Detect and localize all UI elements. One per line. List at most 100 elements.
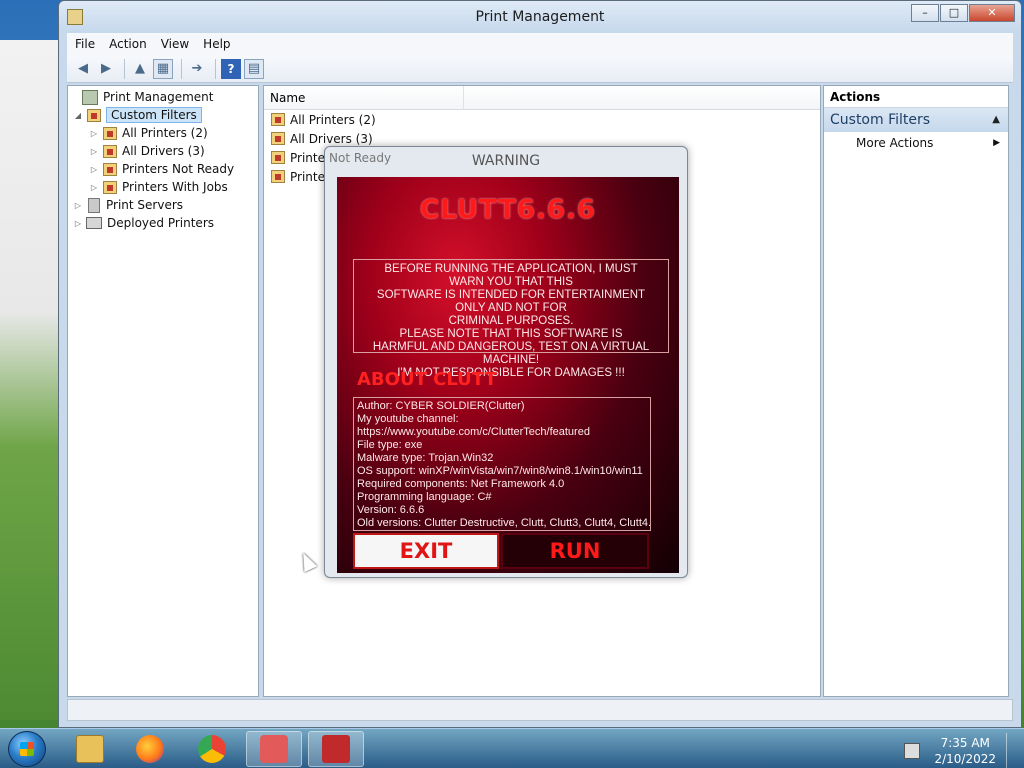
info-line: Required components: Net Framework 4.0 (357, 478, 565, 490)
tree-item-label: Print Servers (106, 198, 184, 212)
window-controls: – □ ✕ (910, 4, 1015, 22)
tool-icon (260, 735, 288, 763)
print-management-node-icon (82, 89, 98, 105)
menu-view[interactable]: View (161, 37, 189, 51)
taskbar: 7:35 AM 2/10/2022 (0, 728, 1024, 768)
warning-line: SOFTWARE IS INTENDED FOR ENTERTAINMENT (376, 289, 646, 301)
background-ghost-text: Not Ready (329, 151, 392, 165)
filter-icon (271, 170, 285, 183)
tree-item-custom-filters[interactable]: ◢ Custom Filters (68, 106, 258, 124)
chrome-icon (198, 735, 226, 763)
printer-icon (86, 217, 102, 229)
expand-arrow-icon[interactable]: ▷ (72, 219, 84, 228)
collapse-arrow-icon[interactable]: ◢ (72, 111, 84, 120)
filter-icon (103, 126, 117, 140)
actions-section-custom-filters[interactable]: Custom Filters ▲ (824, 108, 1008, 132)
tree-item-label: Print Management (103, 90, 214, 104)
warning-dialog: Not Ready WARNING CLUTT6.6.6 BEFORE RUNN… (324, 146, 688, 578)
taskbar-clutt[interactable] (308, 731, 364, 767)
background-browser-window (0, 40, 60, 720)
more-actions-item[interactable]: More Actions ▶ (824, 132, 1008, 154)
info-line: Version: 6.6.6 (357, 504, 425, 516)
actions-pane: Actions Custom Filters ▲ More Actions ▶ (823, 85, 1009, 697)
filter-icon (271, 151, 285, 164)
list-item[interactable]: All Printers (2) (264, 110, 820, 129)
export-list-icon[interactable]: ➔ (187, 59, 207, 79)
start-button[interactable] (8, 731, 46, 767)
tree-item-deployed-printers[interactable]: ▷ Deployed Printers (68, 214, 258, 232)
warning-text-box: BEFORE RUNNING THE APPLICATION, I MUST W… (353, 259, 669, 379)
tree-item-all-drivers[interactable]: ▷ All Drivers (3) (68, 142, 258, 160)
maximize-button[interactable]: □ (940, 4, 968, 22)
taskbar-folder[interactable] (62, 731, 118, 767)
warning-line: ONLY AND NOT FOR (455, 302, 567, 314)
tree-item-all-printers[interactable]: ▷ All Printers (2) (68, 124, 258, 142)
forward-arrow-icon[interactable]: ▶ (96, 59, 116, 79)
clock-date: 2/10/2022 (934, 752, 996, 766)
more-actions-label: More Actions (856, 136, 934, 150)
server-icon (88, 197, 100, 213)
show-hide-action-pane-icon[interactable]: ▤ (244, 58, 264, 79)
toolbox-icon (322, 735, 350, 763)
info-line: My youtube channel: (357, 413, 459, 425)
taskbar-chrome[interactable] (184, 731, 240, 767)
expand-arrow-icon[interactable]: ▷ (88, 147, 100, 156)
warning-line: HARMFUL AND DANGEROUS, TEST ON A VIRTUAL… (372, 341, 650, 366)
filter-icon (103, 180, 117, 194)
filter-folder-icon (87, 108, 101, 122)
title-bar[interactable]: Print Management – □ ✕ (59, 1, 1021, 33)
up-folder-icon[interactable]: ▲ (130, 59, 150, 79)
column-header-name[interactable]: Name (270, 85, 464, 110)
info-line: https://www.youtube.com/c/ClutterTech/fe… (357, 426, 590, 438)
info-line: Old versions: Clutter Destructive, Clutt… (357, 517, 651, 529)
tree-item-printers-not-ready[interactable]: ▷ Printers Not Ready (68, 160, 258, 178)
expand-arrow-icon[interactable]: ▷ (88, 183, 100, 192)
close-button[interactable]: ✕ (969, 4, 1015, 22)
clock-time: 7:35 AM (940, 736, 990, 750)
app-title: CLUTT6.6.6 (420, 195, 596, 225)
list-item-label: All Printers (2) (290, 112, 376, 127)
collapse-triangle-icon[interactable]: ▲ (992, 108, 1000, 132)
warning-line: WARN YOU THAT THIS (449, 276, 573, 288)
help-icon[interactable]: ? (221, 58, 241, 79)
warning-line: PLEASE NOTE THAT THIS SOFTWARE IS (399, 328, 623, 340)
network-icon[interactable] (904, 743, 921, 759)
status-bar (67, 699, 1013, 721)
toolbar-separator (215, 58, 216, 79)
menu-action[interactable]: Action (109, 37, 147, 51)
expand-arrow-icon[interactable]: ▷ (72, 201, 84, 210)
minimize-button[interactable]: – (911, 4, 939, 22)
taskbar-print-management[interactable] (246, 731, 302, 767)
back-arrow-icon[interactable]: ◀ (73, 59, 93, 79)
warning-line: CRIMINAL PURPOSES. (448, 315, 574, 327)
exit-button[interactable]: EXIT (353, 533, 499, 569)
toolbar-separator (181, 58, 182, 79)
list-item-label: All Drivers (3) (290, 131, 373, 146)
filter-icon (103, 144, 117, 158)
folder-icon (76, 735, 104, 763)
tree-item-root[interactable]: Print Management (68, 88, 258, 106)
info-line: OS support: winXP/winVista/win7/win8/win… (357, 465, 643, 477)
show-hide-tree-icon[interactable]: ▦ (153, 58, 173, 79)
show-desktop-button[interactable] (1006, 733, 1016, 768)
tree-item-print-servers[interactable]: ▷ Print Servers (68, 196, 258, 214)
expand-arrow-icon[interactable]: ▷ (88, 129, 100, 138)
toolbar: ◀ ▶ ▲ ▦ ➔ ? ▤ (67, 55, 1013, 83)
list-header: Name (264, 85, 820, 110)
menu-help[interactable]: Help (203, 37, 230, 51)
tree-item-label: All Printers (2) (122, 126, 208, 140)
window-title: Print Management (475, 9, 605, 25)
taskbar-firefox[interactable] (122, 731, 178, 767)
menu-bar: File Action View Help (67, 33, 1013, 55)
warning-line: BEFORE RUNNING THE APPLICATION, I MUST (384, 263, 638, 275)
actions-section-label: Custom Filters (830, 112, 931, 128)
tree-item-printers-with-jobs[interactable]: ▷ Printers With Jobs (68, 178, 258, 196)
expand-arrow-icon[interactable]: ▷ (88, 165, 100, 174)
tree-item-label: Custom Filters (106, 107, 202, 123)
clock[interactable]: 7:35 AM 2/10/2022 (934, 735, 996, 767)
info-text-box: Author: CYBER SOLDIER(Clutter) My youtub… (353, 397, 651, 531)
run-button[interactable]: RUN (501, 533, 649, 569)
system-tray: 7:35 AM 2/10/2022 (904, 733, 1016, 768)
menu-file[interactable]: File (75, 37, 95, 51)
toolbar-separator (124, 58, 125, 79)
